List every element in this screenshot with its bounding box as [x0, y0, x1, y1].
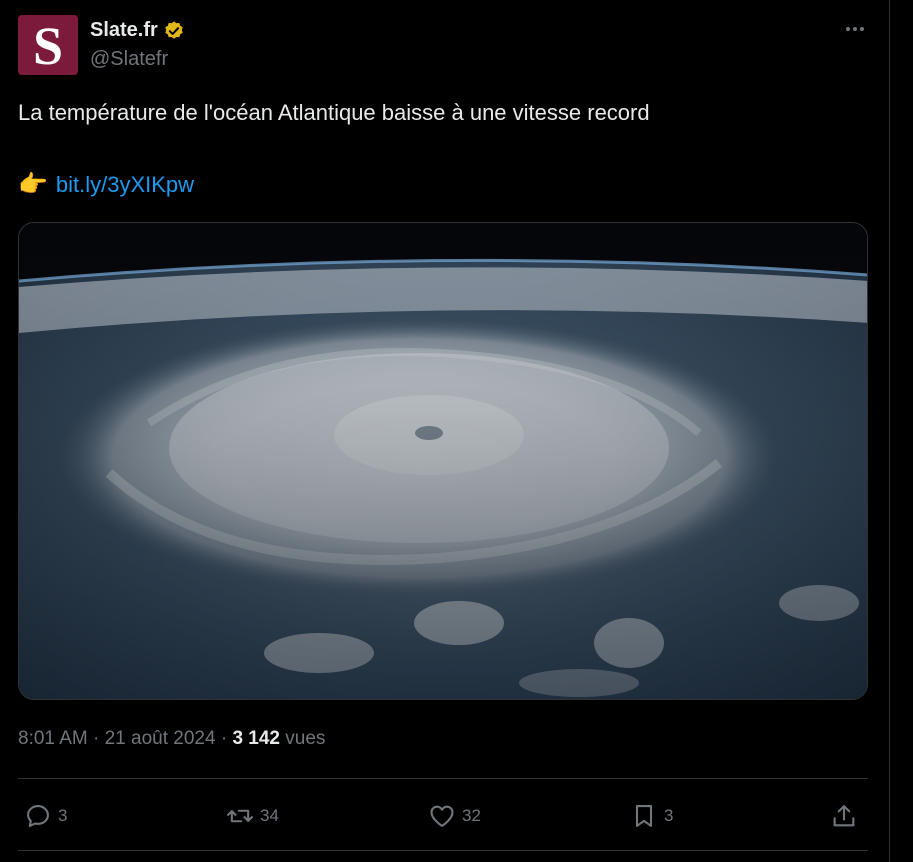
retweet-button[interactable]: 34 [226, 796, 279, 836]
hurricane-image [19, 223, 867, 699]
reply-count: 3 [58, 806, 68, 825]
handle[interactable]: @Slatefr [90, 48, 168, 71]
divider [18, 778, 868, 779]
meta-separator: · [93, 728, 100, 749]
more-options-icon[interactable] [840, 18, 870, 40]
tweet-text: La température de l'océan Atlantique bai… [18, 100, 650, 125]
tweet-time[interactable]: 8:01 AM [18, 728, 88, 749]
verified-badge-icon [165, 20, 183, 39]
author-name-row: Slate.fr [90, 19, 185, 42]
tweet: S Slate.fr @Slatefr La température de l'… [0, 0, 890, 862]
link-row: 👉 bit.ly/3yXIKpw [18, 172, 194, 198]
tweet-metadata: 8:01 AM · 21 août 2024 · 3 142 vues [18, 728, 325, 750]
bookmark-count: 3 [664, 806, 674, 825]
bookmark-button[interactable]: 3 [630, 796, 673, 836]
share-button[interactable] [830, 796, 858, 836]
tweet-link[interactable]: bit.ly/3yXIKpw [56, 172, 194, 198]
pointing-hand-icon: 👉 [18, 171, 48, 198]
divider [18, 850, 868, 851]
tweet-media-image[interactable] [18, 222, 868, 700]
views-count: 3 142 [232, 728, 280, 749]
reply-button[interactable]: 3 [24, 796, 67, 836]
retweet-icon [227, 809, 253, 823]
meta-separator: · [220, 728, 228, 749]
bookmark-icon [635, 805, 653, 827]
avatar[interactable]: S [18, 15, 78, 75]
reply-icon [27, 805, 49, 827]
display-name[interactable]: Slate.fr [90, 19, 158, 42]
share-icon [833, 805, 855, 827]
avatar-letter: S [32, 16, 64, 76]
retweet-count: 34 [260, 806, 279, 825]
heart-icon [430, 805, 454, 827]
action-bar: 3 34 32 3 [18, 796, 868, 836]
tweet-date[interactable]: 21 août 2024 [105, 728, 216, 749]
like-count: 32 [462, 806, 481, 825]
like-button[interactable]: 32 [428, 796, 481, 836]
views-label: vues [285, 728, 326, 749]
